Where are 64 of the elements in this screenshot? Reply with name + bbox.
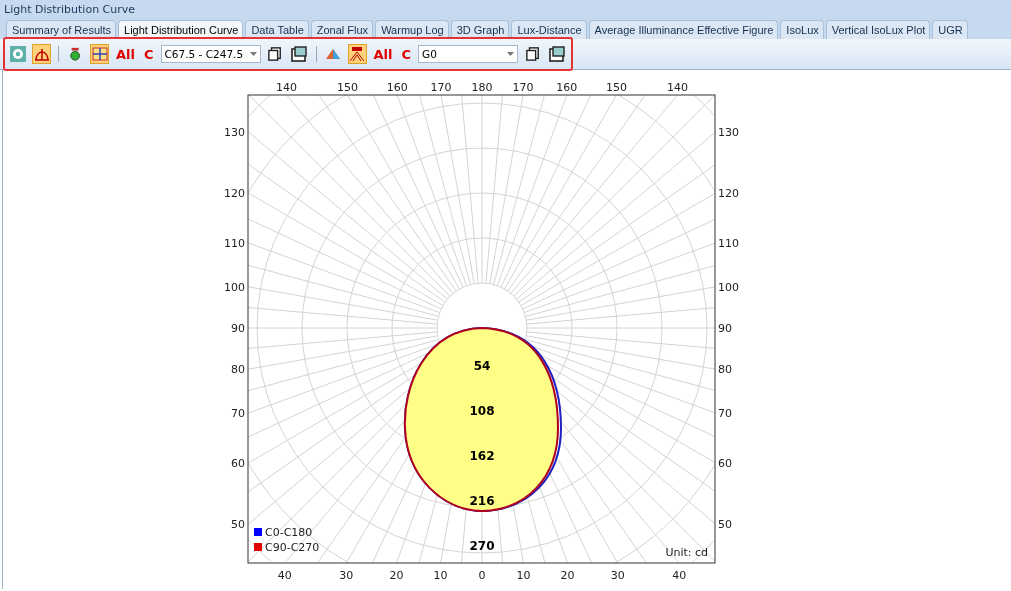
caret-icon <box>507 52 515 56</box>
angle-label: 80 <box>718 363 732 377</box>
angle-label: 130 <box>718 125 739 139</box>
angle-label: 90 <box>231 322 245 335</box>
window-title: Light Distribution Curve <box>4 3 136 16</box>
angle-label: 160 <box>386 81 408 94</box>
angle-label: 0 <box>478 569 486 582</box>
save-icon[interactable] <box>289 44 309 64</box>
toolbar-button[interactable]: All <box>371 46 395 62</box>
angle-label: 10 <box>516 569 531 582</box>
angle-label: 90 <box>718 322 732 335</box>
angle-label: 30 <box>339 569 354 582</box>
angle-label: 130 <box>224 125 245 139</box>
angle-label: 140 <box>667 81 688 94</box>
angle-label: 10 <box>433 569 448 582</box>
tab[interactable]: UGR <box>932 20 968 39</box>
intensity-label: 270 <box>469 539 495 553</box>
angle-label: 50 <box>231 518 245 532</box>
tab[interactable]: IsoLux <box>780 20 824 39</box>
angle-label: 170 <box>430 81 452 94</box>
angle-label: 120 <box>718 186 739 200</box>
angle-label: 120 <box>224 186 245 200</box>
angle-label: 40 <box>672 569 687 582</box>
angle-label: 40 <box>277 569 292 582</box>
intensity-label: 54 <box>473 359 491 373</box>
tab[interactable]: Lux-Distance <box>511 20 587 39</box>
angle-label: 160 <box>556 81 578 94</box>
angle-label: 110 <box>718 236 739 250</box>
angle-label: 60 <box>231 457 245 471</box>
angle-label: 150 <box>337 81 358 94</box>
angle-label: 150 <box>606 81 627 94</box>
tab[interactable]: Vertical IsoLux Plot <box>825 20 931 39</box>
angle-label: 50 <box>718 518 732 532</box>
angle-label: 80 <box>231 363 245 377</box>
angle-label: 30 <box>610 569 625 582</box>
intensity-label: 162 <box>469 449 495 463</box>
legend-label: C90-C270 <box>265 541 320 554</box>
dropdown[interactable]: G0 <box>418 45 519 63</box>
save-icon[interactable] <box>547 44 567 64</box>
unit-label: Unit: cd <box>665 546 708 559</box>
tab[interactable]: Average Illuminance Effective Figure <box>588 20 779 39</box>
angle-label: 70 <box>231 407 245 421</box>
angle-label: 20 <box>560 569 575 582</box>
angle-label: 170 <box>512 81 534 94</box>
toolbar-button[interactable]: C <box>142 46 156 62</box>
intensity-label: 108 <box>469 404 495 418</box>
angle-label: 60 <box>718 457 732 471</box>
caret-icon <box>249 52 257 56</box>
toolbar-button[interactable]: C <box>399 46 414 62</box>
angle-label: 140 <box>276 81 297 94</box>
intensity-label: 216 <box>469 494 495 508</box>
angle-label: 100 <box>224 280 245 294</box>
toolbar-button[interactable]: All <box>114 46 137 62</box>
dropdown[interactable]: C67.5 - C247.5 <box>160 45 261 63</box>
angle-label: 110 <box>224 236 245 250</box>
angle-label: 20 <box>389 569 404 582</box>
peak-icon[interactable] <box>347 44 367 64</box>
gear-icon[interactable] <box>8 44 27 64</box>
angle-label: 70 <box>718 407 732 421</box>
angle-label: 100 <box>718 280 739 294</box>
protractor-icon[interactable] <box>32 44 51 64</box>
angle-label: 180 <box>471 81 493 94</box>
grid-icon[interactable] <box>90 44 109 64</box>
legend-label: C0-C180 <box>265 526 313 539</box>
